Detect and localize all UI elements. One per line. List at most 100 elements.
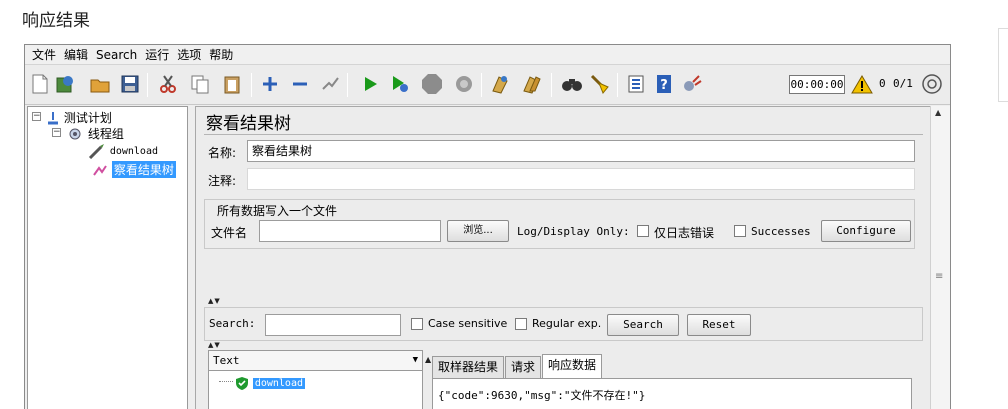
collapse-toggle[interactable]: − — [32, 112, 41, 121]
copy-icon[interactable] — [189, 73, 211, 95]
toolbar-separator — [147, 73, 148, 97]
toolbar-separator — [551, 73, 552, 97]
test-plan-tree: − 测试计划 − 线程组 download 察看结果树 — [27, 106, 188, 409]
templates-icon[interactable] — [55, 73, 77, 95]
reset-search-icon[interactable] — [589, 73, 611, 95]
successes-label: Successes — [751, 225, 811, 238]
elapsed-timer: 00:00:00 — [789, 75, 845, 94]
collapse-icon[interactable] — [289, 73, 311, 95]
listener-icon — [93, 164, 107, 176]
active-thread-count: 0/1 — [893, 77, 913, 90]
scroll-up-arrow-icon[interactable]: ▲ — [935, 108, 941, 117]
comment-field[interactable] — [247, 168, 915, 190]
expand-icon[interactable] — [259, 73, 281, 95]
help-icon[interactable]: ? — [653, 73, 675, 95]
start-no-pauses-icon[interactable] — [389, 73, 411, 95]
results-list: Text ▼ download — [208, 350, 423, 409]
toolbar-separator — [481, 73, 482, 97]
toolbar-separator — [617, 73, 618, 97]
errors-only-label: 仅日志错误 — [654, 226, 715, 240]
menu-run[interactable]: 运行 — [141, 45, 173, 65]
search-bar: Search: Case sensitive Regular exp. Sear… — [204, 307, 923, 341]
menu-edit[interactable]: 编辑 — [60, 45, 92, 65]
name-label: 名称: — [208, 146, 237, 160]
tree-node-label: 察看结果树 — [111, 161, 176, 178]
menu-search[interactable]: Search — [92, 45, 141, 65]
response-body: {"code":9630,"msg":"文件不存在!"} — [432, 378, 912, 409]
regex-label: Regular exp. — [532, 317, 602, 330]
tab-sampler-result[interactable]: 取样器结果 — [432, 356, 505, 378]
success-shield-icon — [236, 376, 248, 390]
tree-connector — [219, 381, 233, 382]
comment-label: 注释: — [208, 174, 237, 188]
title-divider — [204, 134, 923, 135]
errors-only-checkbox[interactable] — [637, 225, 649, 237]
collapse-toggle[interactable]: − — [52, 128, 61, 137]
toolbar: ? 00:00:00 0 0/1 — [25, 65, 950, 105]
result-item-label: download — [252, 378, 305, 389]
search-label: Search: — [209, 317, 256, 330]
side-panel-edge — [998, 28, 1008, 102]
case-sensitive-checkbox[interactable] — [411, 318, 423, 330]
tab-response-data[interactable]: 响应数据 — [542, 354, 603, 378]
vertical-scrollbar[interactable]: ▲ ≡ — [930, 106, 950, 409]
jmeter-window: 文件 编辑 Search 运行 选项 帮助 ? 00:00:00 0 0/1 −… — [24, 44, 951, 409]
svg-text:?: ? — [660, 78, 668, 93]
clear-all-icon[interactable] — [521, 73, 543, 95]
warning-icon[interactable] — [851, 73, 873, 95]
filename-input[interactable] — [259, 220, 441, 242]
search-button[interactable]: Search — [607, 314, 679, 336]
name-field[interactable]: 察看结果树 — [247, 140, 915, 162]
tree-node-view-results-tree[interactable]: 察看结果树 — [92, 161, 176, 178]
thread-group-icon — [69, 128, 81, 139]
paste-icon[interactable] — [221, 73, 243, 95]
warning-count: 0 — [879, 77, 886, 90]
successes-checkbox[interactable] — [734, 225, 746, 237]
cut-icon[interactable] — [157, 73, 179, 95]
tree-node-label: download — [109, 145, 158, 157]
menu-options[interactable]: 选项 — [173, 45, 205, 65]
tree-node-download[interactable]: download — [88, 143, 158, 160]
search-input[interactable] — [265, 314, 401, 336]
listener-panel: 察看结果树 名称: 察看结果树 注释: 所有数据写入一个文件 文件名 浏览...… — [195, 106, 936, 409]
page-heading: 响应结果 — [22, 11, 90, 31]
file-section-title: 所有数据写入一个文件 — [217, 204, 338, 218]
regex-checkbox[interactable] — [515, 318, 527, 330]
new-icon[interactable] — [29, 73, 51, 95]
splitter-arrows[interactable]: ▲▼ — [208, 341, 221, 349]
toggle-icon[interactable] — [319, 73, 341, 95]
configure-button[interactable]: Configure — [821, 220, 911, 242]
menu-file[interactable]: 文件 — [28, 45, 60, 65]
case-sensitive-label: Case sensitive — [428, 317, 508, 330]
toolbar-separator — [347, 73, 348, 97]
result-tabs: 取样器结果 请求 响应数据 — [432, 354, 603, 378]
panel-title: 察看结果树 — [206, 114, 291, 134]
tree-node-thread-group[interactable]: 线程组 — [66, 125, 124, 142]
reset-button[interactable]: Reset — [687, 314, 751, 336]
tree-node-test-plan[interactable]: 测试计划 — [46, 109, 112, 126]
remote-icon[interactable] — [681, 73, 703, 95]
clear-icon[interactable] — [489, 73, 511, 95]
status-indicator-icon — [921, 73, 943, 95]
renderer-select[interactable]: Text ▼ — [209, 351, 422, 371]
filename-label: 文件名 — [211, 226, 248, 240]
save-icon[interactable] — [119, 73, 141, 95]
shutdown-icon[interactable] — [453, 73, 475, 95]
function-helper-icon[interactable] — [625, 73, 647, 95]
scroll-grip-icon[interactable]: ≡ — [935, 271, 943, 282]
tab-request[interactable]: 请求 — [505, 356, 542, 378]
splitter-arrows[interactable]: ▲▼ — [208, 297, 221, 305]
toolbar-separator — [251, 73, 252, 97]
start-icon[interactable] — [359, 73, 381, 95]
menu-help[interactable]: 帮助 — [205, 45, 237, 65]
log-display-label: Log/Display Only: — [517, 225, 630, 238]
test-plan-icon — [48, 111, 58, 124]
stop-icon[interactable] — [421, 73, 443, 95]
tree-node-label: 线程组 — [87, 127, 124, 141]
open-icon[interactable] — [89, 73, 111, 95]
search-icon[interactable] — [561, 73, 583, 95]
chevron-down-icon: ▼ — [412, 355, 418, 365]
result-item-download[interactable]: download — [235, 375, 305, 390]
browse-button[interactable]: 浏览... — [447, 220, 509, 242]
tree-node-label: 测试计划 — [63, 111, 112, 125]
